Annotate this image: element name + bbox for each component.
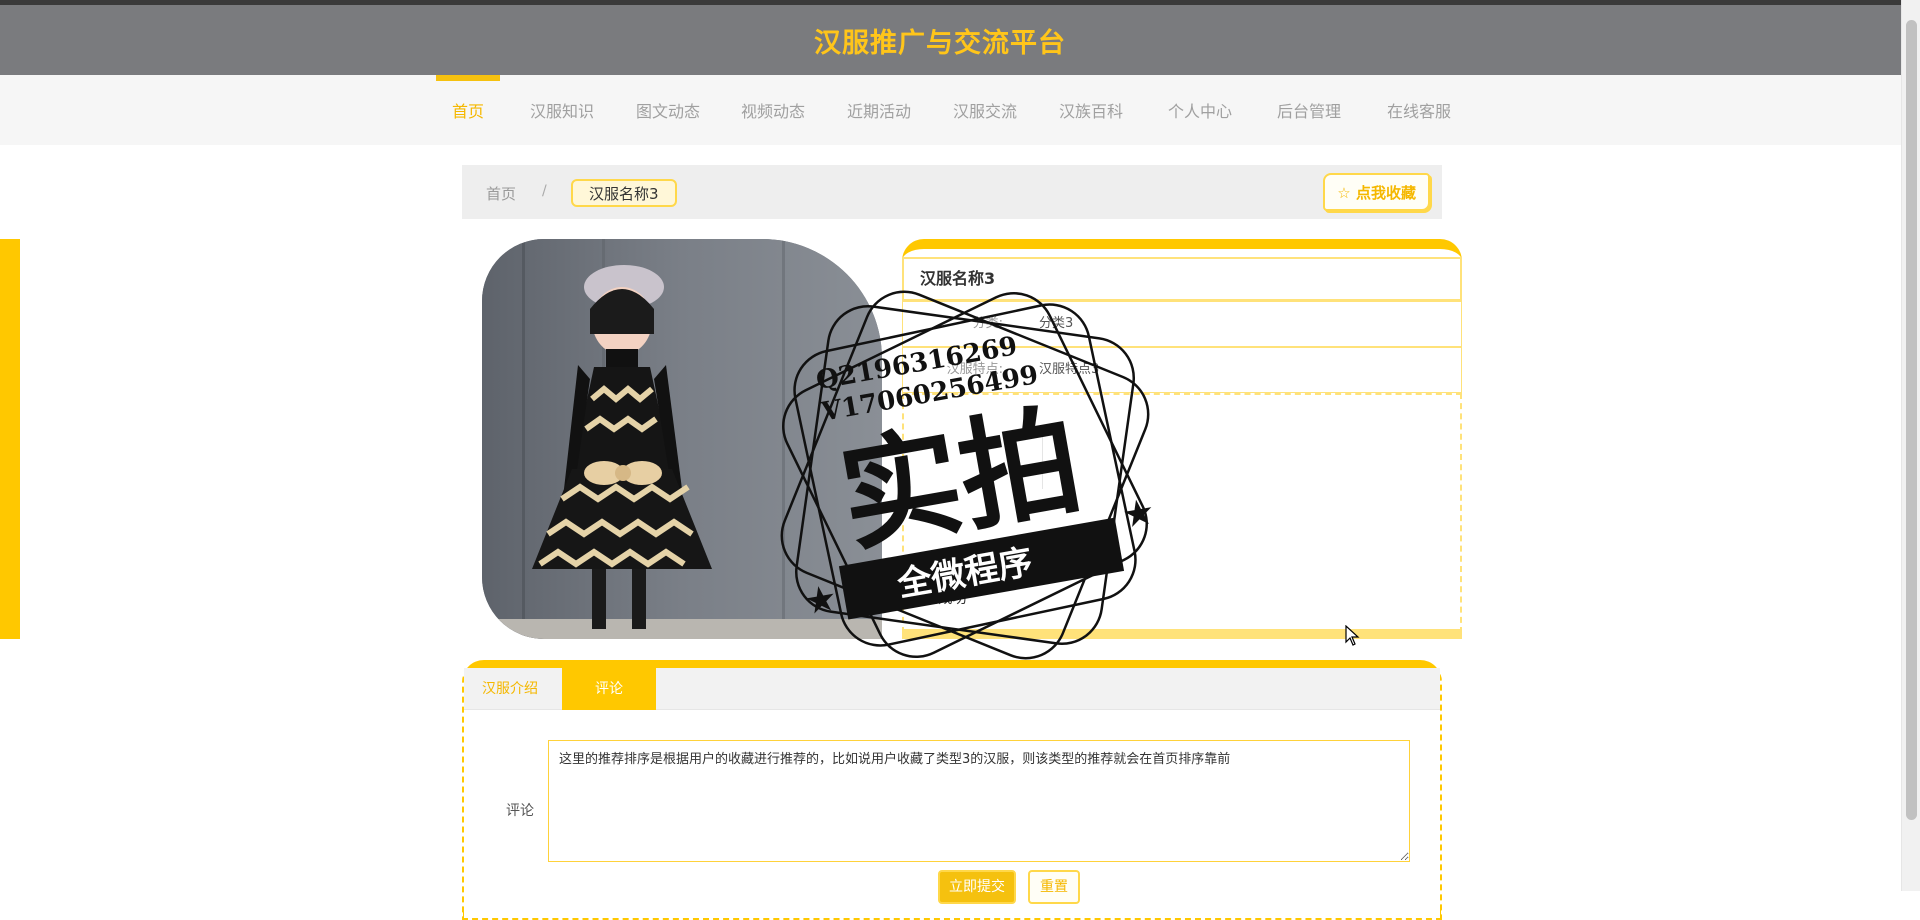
check-circle-icon: ✓: [880, 589, 902, 611]
breadcrumb: 首页 / 汉服名称3 ☆ 点我收藏: [462, 165, 1442, 219]
detail-row-feature: 汉服特点: 汉服特点3: [902, 347, 1462, 393]
toast-text: 评论成功: [910, 591, 967, 607]
favorite-button[interactable]: ☆ 点我收藏: [1323, 173, 1430, 211]
nav-item-admin[interactable]: 后台管理: [1269, 75, 1349, 145]
toast-message: ✓ 评论成功: [880, 588, 966, 611]
detail-value: 分类3: [1039, 316, 1074, 331]
detail-value: 汉服特点3: [1039, 362, 1100, 377]
nav-item-hanfu-knowledge[interactable]: 汉服知识: [522, 75, 602, 145]
nav-item-han-encyclopedia[interactable]: 汉族百科: [1051, 75, 1131, 145]
side-accent-bar: [0, 239, 20, 639]
nav-item-home[interactable]: 首页: [436, 75, 500, 145]
tab-introduction[interactable]: 汉服介绍: [464, 668, 556, 710]
nav-item-personal-center[interactable]: 个人中心: [1160, 75, 1240, 145]
divider: [1042, 437, 1043, 489]
detail-body: [902, 393, 1462, 633]
mouse-cursor-icon: [1345, 625, 1360, 646]
scrollbar-thumb[interactable]: [1906, 20, 1917, 820]
site-title: 汉服推广与交流平台: [814, 27, 1066, 59]
nav-item-recent-events[interactable]: 近期活动: [839, 75, 919, 145]
breadcrumb-home[interactable]: 首页: [486, 183, 516, 204]
detail-title: 汉服名称3: [902, 257, 1462, 301]
tab-bar: 汉服介绍 评论: [464, 668, 1440, 710]
girl-dress-photo: [482, 239, 882, 639]
tab-comments[interactable]: 评论: [562, 668, 656, 710]
detail-panel: 汉服名称3 分类: 分类3 汉服特点: 汉服特点3: [902, 239, 1462, 639]
nav-item-video-posts[interactable]: 视频动态: [733, 75, 813, 145]
detail-row-category: 分类: 分类3: [902, 301, 1462, 347]
product-image: [482, 239, 882, 639]
main-nav: 首页 汉服知识 图文动态 视频动态 近期活动 汉服交流 汉族百科 个人中心 后台…: [0, 75, 1920, 145]
favorite-label: 点我收藏: [1355, 184, 1416, 202]
breadcrumb-separator: /: [542, 183, 547, 199]
site-header: 汉服推广与交流平台: [0, 5, 1920, 75]
detail-label: 分类:: [972, 316, 1003, 331]
nav-item-image-posts[interactable]: 图文动态: [628, 75, 708, 145]
breadcrumb-current: 汉服名称3: [571, 179, 677, 207]
detail-label: 汉服特点:: [946, 362, 1003, 377]
tabs-panel: 汉服介绍 评论 评论 这里的推荐排序是根据用户的收藏进行推荐的，比如说用户收藏了…: [462, 660, 1442, 920]
star-outline-icon: ☆: [1337, 184, 1351, 202]
comment-label: 评论: [506, 803, 534, 819]
submit-button[interactable]: 立即提交: [938, 870, 1016, 904]
reset-button[interactable]: 重置: [1028, 870, 1080, 904]
nav-item-hanfu-exchange[interactable]: 汉服交流: [945, 75, 1025, 145]
scrollbar[interactable]: [1901, 0, 1920, 891]
comment-textarea[interactable]: 这里的推荐排序是根据用户的收藏进行推荐的，比如说用户收藏了类型3的汉服，则该类型…: [548, 740, 1410, 862]
nav-item-online-service[interactable]: 在线客服: [1379, 75, 1459, 145]
